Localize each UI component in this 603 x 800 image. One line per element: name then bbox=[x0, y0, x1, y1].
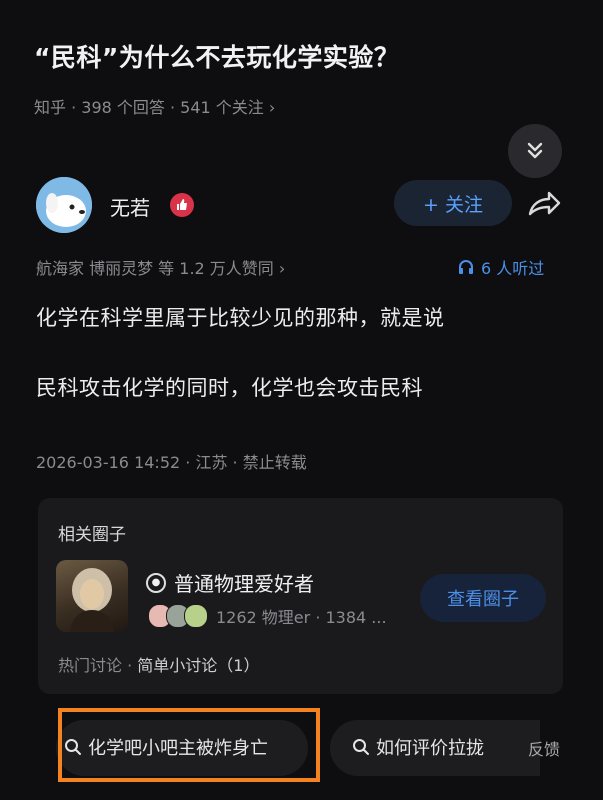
answer-paragraph: 民科攻击化学的同时，化学也会攻击民科 bbox=[36, 376, 423, 400]
circle-stats: 1262 物理er · 1384 ... bbox=[216, 608, 387, 627]
search-icon bbox=[353, 739, 369, 755]
hot-discussion[interactable]: 热门讨论 · 简单小讨论（1） bbox=[58, 652, 259, 676]
double-chevron-down-icon bbox=[527, 142, 543, 159]
circle-members: 1262 物理er · 1384 ... bbox=[148, 604, 387, 628]
view-circle-button[interactable]: 查看圈子 bbox=[420, 574, 546, 622]
highlight-box bbox=[58, 708, 320, 782]
dog-avatar-icon bbox=[36, 177, 92, 233]
answer-paragraph: 化学在科学里属于比较少见的那种，就是说 bbox=[36, 306, 445, 330]
author-name[interactable]: 无若 bbox=[110, 192, 150, 221]
member-avatar bbox=[184, 604, 208, 628]
suggested-search-label: 如何评价拉拢 bbox=[376, 738, 484, 759]
listen-count-label: 6 人听过 bbox=[481, 259, 545, 278]
suggested-search-content[interactable]: 如何评价拉拢 bbox=[352, 734, 532, 760]
collapse-button[interactable] bbox=[508, 124, 562, 178]
question-title[interactable]: “民科”为什么不去玩化学实验？ bbox=[34, 38, 399, 74]
circle-cover-image[interactable] bbox=[56, 560, 128, 632]
hot-discussion-prefix: 热门讨论 · bbox=[58, 656, 138, 675]
author-avatar[interactable] bbox=[36, 177, 92, 233]
hot-discussion-topic: 简单小讨论（1） bbox=[137, 656, 260, 675]
circle-name-row[interactable]: ● 普通物理爱好者 bbox=[146, 568, 314, 597]
feedback-link[interactable]: 反馈 bbox=[528, 736, 560, 760]
thumb-badge-icon bbox=[170, 193, 194, 217]
listen-count[interactable]: 6 人听过 bbox=[457, 255, 544, 279]
circle-name: 普通物理爱好者 bbox=[174, 572, 314, 596]
related-circle-heading: 相关圈子 bbox=[58, 525, 126, 545]
headphones-icon bbox=[459, 260, 473, 274]
share-icon[interactable] bbox=[524, 184, 564, 224]
question-meta[interactable]: 知乎 · 398 个回答 · 541 个关注 › bbox=[34, 94, 275, 118]
answer-date-location: 2026-03-16 14:52 · 江苏 · 禁止转载 bbox=[36, 453, 307, 472]
circle-icon: ● bbox=[146, 572, 166, 593]
follow-button[interactable]: + 关注 bbox=[394, 180, 512, 226]
upvote-summary[interactable]: 航海家 博丽灵梦 等 1.2 万人赞同 › bbox=[36, 255, 285, 279]
